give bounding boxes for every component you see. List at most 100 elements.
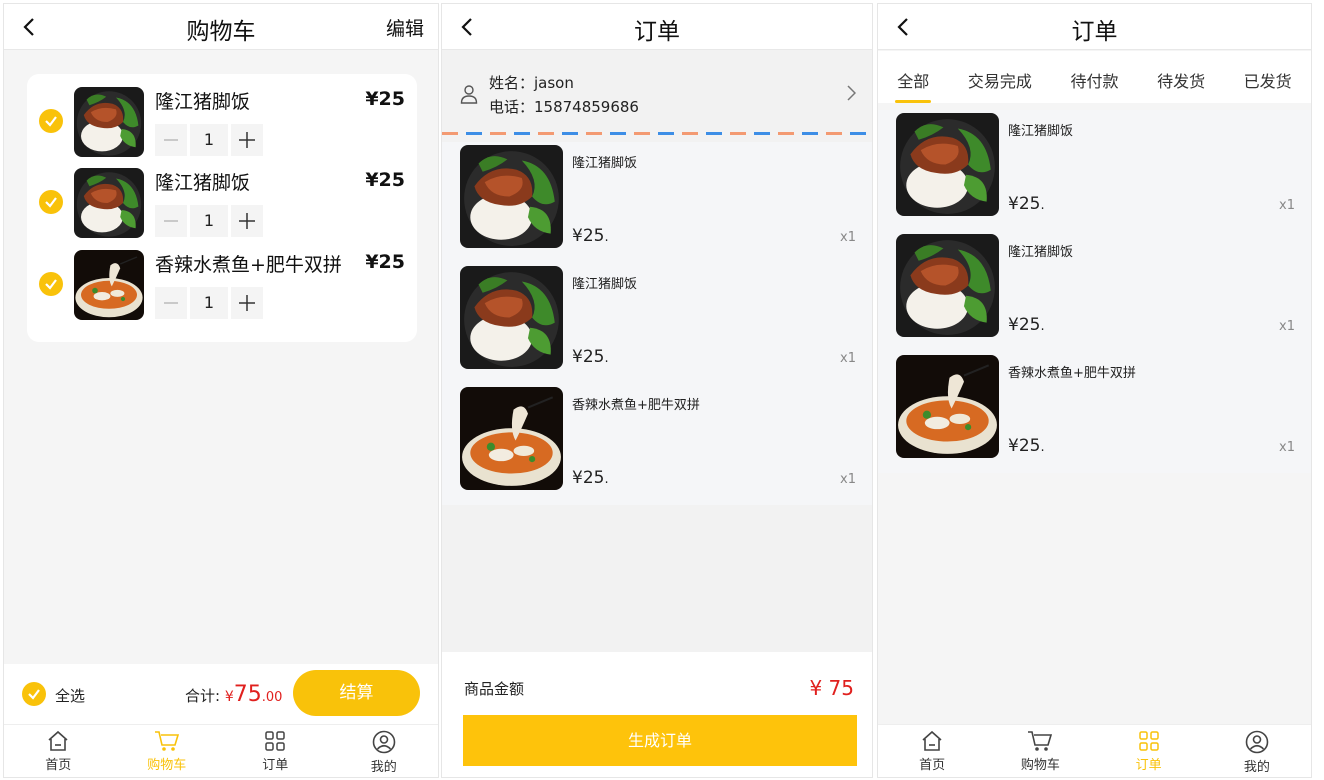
minus-button[interactable] (155, 205, 187, 237)
item-name: 隆江猪脚饭 (1008, 245, 1074, 260)
tab-pending-payment[interactable]: 待付款 (1070, 51, 1118, 103)
grid-icon (265, 731, 285, 751)
quantity-value[interactable]: 1 (190, 205, 228, 237)
item-qty: x1 (1279, 440, 1295, 455)
tab-label: 我的 (370, 760, 397, 775)
order-item[interactable]: 隆江猪脚饭 ¥25. x1 (878, 110, 1311, 231)
amount-value: ¥ 75 (809, 676, 854, 700)
order-confirm-screen: 订单 姓名：jason 电话：15874859686 隆江猪脚饭 ¥25. x1… (441, 3, 873, 778)
order-item[interactable]: 隆江猪脚饭 ¥25. x1 (878, 231, 1311, 352)
food-image (74, 250, 144, 320)
order-header: 订单 (442, 4, 872, 50)
tab-label: 首页 (45, 758, 72, 773)
tab-label: 我的 (1243, 760, 1270, 775)
food-image (74, 168, 144, 238)
cart-list: 隆江猪脚饭 ¥25 1 隆江猪脚饭 ¥25 1 香辣水煮鱼+肥牛双拼 ¥25 1 (27, 74, 417, 342)
generate-order-button[interactable]: 生成订单 (463, 715, 857, 766)
tab-label: 购物车 (1020, 758, 1060, 773)
item-price: ¥25. (572, 347, 609, 367)
user-icon (1245, 730, 1269, 754)
tab-label: 订单 (262, 758, 289, 773)
bottom-tabbar: 首页 购物车 订单 我的 (4, 724, 438, 777)
item-price: ¥25. (572, 226, 609, 246)
cart-item: 隆江猪脚饭 ¥25 1 (27, 87, 417, 157)
select-all-label[interactable]: 全选 (55, 685, 85, 706)
quantity-stepper: 1 (155, 205, 263, 237)
item-price: ¥25. (1008, 194, 1045, 214)
address-card[interactable]: 姓名：jason 电话：15874859686 (442, 51, 872, 133)
order-status-tabs: 全部 交易完成 待付款 待发货 已发货 (878, 51, 1311, 103)
page-title: 购物车 (186, 19, 256, 45)
total-decimal: .00 (261, 690, 283, 705)
tab-pending-shipment[interactable]: 待发货 (1157, 51, 1205, 103)
total-amount: 合计: ¥75.00 (185, 682, 282, 707)
order-list-screen: 订单 全部 交易完成 待付款 待发货 已发货 隆江猪脚饭 ¥25. x1 隆江猪… (877, 3, 1312, 778)
minus-button[interactable] (155, 287, 187, 319)
tab-completed[interactable]: 交易完成 (968, 51, 1032, 103)
item-name: 香辣水煮鱼+肥牛双拼 (572, 398, 700, 413)
item-qty: x1 (840, 351, 856, 366)
food-image (896, 113, 999, 216)
order-item: 隆江猪脚饭 ¥25. x1 (442, 263, 872, 384)
tab-shipped[interactable]: 已发货 (1244, 51, 1292, 103)
item-name: 隆江猪脚饭 (572, 277, 638, 292)
quantity-value[interactable]: 1 (190, 287, 228, 319)
chevron-right-icon (846, 85, 856, 101)
order-footer: 商品金额 ¥ 75 生成订单 (442, 652, 872, 777)
item-price: ¥25 (365, 169, 405, 191)
item-qty: x1 (1279, 198, 1295, 213)
plus-button[interactable] (231, 124, 263, 156)
contact-phone: 电话：15874859686 (489, 98, 639, 116)
quantity-value[interactable]: 1 (190, 124, 228, 156)
check-icon[interactable] (39, 109, 63, 133)
tab-mine[interactable]: 我的 (1203, 725, 1311, 777)
item-price: ¥25. (572, 468, 609, 488)
order-item: 香辣水煮鱼+肥牛双拼 ¥25. x1 (442, 384, 872, 505)
tab-cart[interactable]: 购物车 (113, 725, 222, 777)
select-all-icon[interactable] (22, 682, 46, 706)
item-name: 隆江猪脚饭 (1008, 124, 1074, 139)
bottom-tabbar: 首页 购物车 订单 我的 (878, 724, 1311, 777)
tab-home[interactable]: 首页 (4, 725, 113, 777)
item-price: ¥25. (1008, 315, 1045, 335)
food-image (460, 266, 563, 369)
tab-cart[interactable]: 购物车 (986, 725, 1094, 777)
minus-button[interactable] (155, 124, 187, 156)
total-label: 合计: (185, 687, 221, 705)
tab-all[interactable]: 全部 (895, 51, 932, 103)
food-image (460, 145, 563, 248)
page-title: 订单 (634, 19, 680, 45)
item-price: ¥25. (1008, 436, 1045, 456)
cart-item: 隆江猪脚饭 ¥25 1 (27, 168, 417, 238)
plus-button[interactable] (231, 205, 263, 237)
item-name: 隆江猪脚饭 (155, 91, 251, 113)
check-icon[interactable] (39, 272, 63, 296)
food-image (896, 355, 999, 458)
tab-orders[interactable]: 订单 (1095, 725, 1203, 777)
total-integer: 75 (233, 682, 262, 707)
order-item: 隆江猪脚饭 ¥25. x1 (442, 142, 872, 263)
quantity-stepper: 1 (155, 124, 263, 156)
total-symbol: ¥ (224, 689, 234, 705)
home-icon (922, 730, 942, 751)
item-name: 隆江猪脚饭 (155, 172, 251, 194)
cart-icon (154, 731, 179, 751)
tab-home[interactable]: 首页 (878, 725, 986, 777)
grid-icon (1138, 731, 1159, 751)
user-icon (372, 730, 396, 754)
item-name: 香辣水煮鱼+肥牛双拼 (155, 254, 342, 276)
check-icon[interactable] (39, 190, 63, 214)
cart-item: 香辣水煮鱼+肥牛双拼 ¥25 1 (27, 250, 417, 320)
item-price: ¥25 (365, 88, 405, 110)
order-item[interactable]: 香辣水煮鱼+肥牛双拼 ¥25. x1 (878, 352, 1311, 473)
tab-mine[interactable]: 我的 (330, 725, 439, 777)
plus-button[interactable] (231, 287, 263, 319)
food-image (460, 387, 563, 490)
tab-label: 订单 (1135, 758, 1162, 773)
cart-screen: 购物车 编辑 隆江猪脚饭 ¥25 1 隆江猪脚饭 ¥25 1 香辣水煮鱼+肥牛双… (3, 3, 439, 778)
checkout-button[interactable]: 结算 (293, 670, 420, 716)
edit-button[interactable]: 编辑 (386, 14, 424, 41)
tab-orders[interactable]: 订单 (221, 725, 330, 777)
orders-header: 订单 (878, 4, 1311, 50)
home-icon (48, 730, 68, 751)
